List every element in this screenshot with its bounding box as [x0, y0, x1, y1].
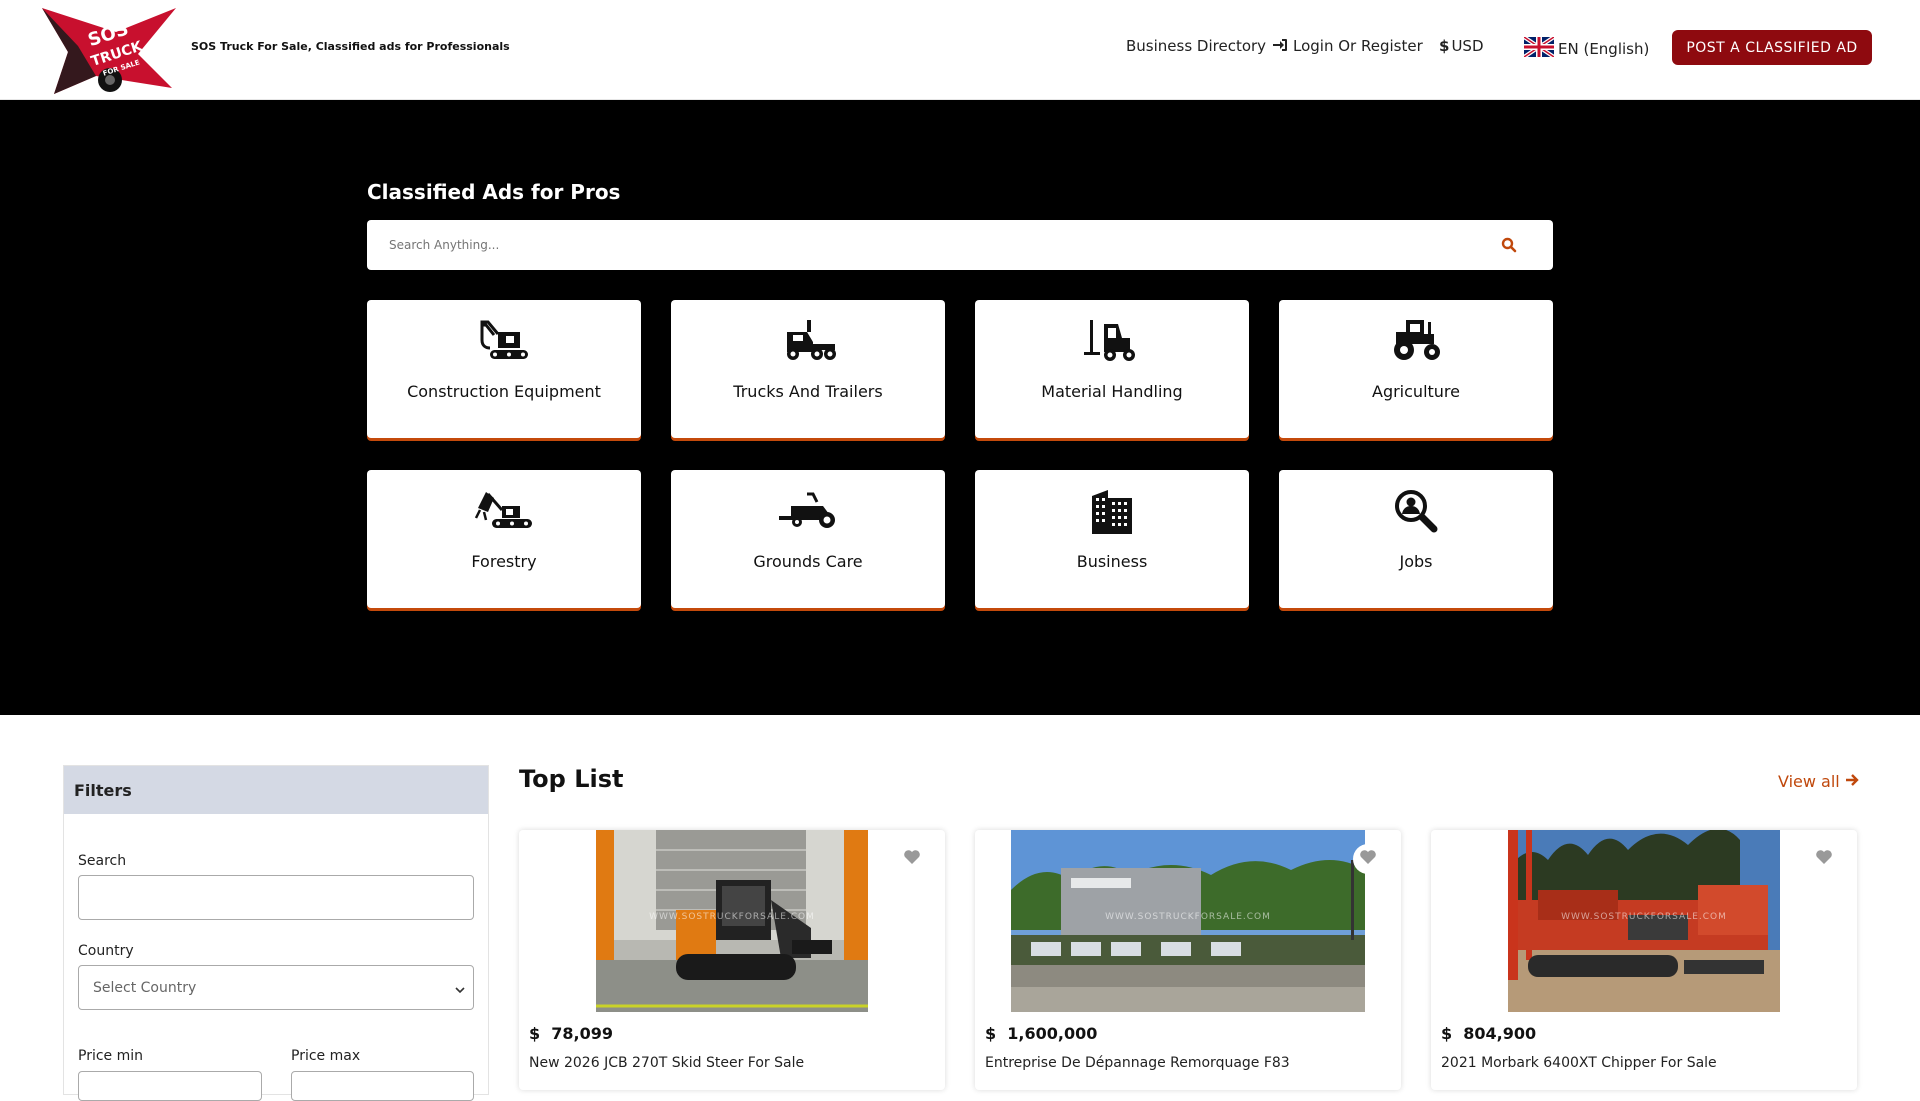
heart-icon	[1815, 849, 1833, 869]
site-tagline: SOS Truck For Sale, Classified ads for P…	[191, 40, 510, 53]
image-watermark: WWW.SOSTRUCKFORSALE.COM	[1105, 912, 1271, 922]
price-currency: $	[529, 1024, 541, 1043]
hero-search-input[interactable]	[389, 220, 1489, 270]
business-directory-label: Business Directory	[1126, 37, 1267, 55]
category-trucks-and-trailers[interactable]: Trucks And Trailers	[671, 300, 945, 438]
login-register-link[interactable]: Login Or Register	[1273, 37, 1423, 55]
category-business[interactable]: Business	[975, 470, 1249, 608]
dollar-icon: $	[1439, 37, 1450, 55]
listing-card[interactable]: WWW.SOSTRUCKFORSALE.COM $ 78,099 New 202…	[519, 830, 945, 1090]
business-directory-link[interactable]: Business Directory	[1126, 37, 1266, 55]
forestry-machine-icon	[367, 488, 641, 532]
sign-in-icon	[1273, 37, 1287, 55]
category-label: Trucks And Trailers	[733, 382, 883, 401]
listing-title[interactable]: Entreprise De Dépannage Remorquage F83	[985, 1055, 1290, 1071]
category-agriculture[interactable]: Agriculture	[1279, 300, 1553, 438]
favorite-button[interactable]	[1809, 844, 1839, 874]
site-header: SOS TRUCK FOR SALE SOS Truck For Sale, C…	[0, 0, 1920, 100]
login-register-label: Login Or Register	[1293, 37, 1423, 55]
listing-price: $ 804,900	[1441, 1024, 1536, 1043]
category-label: Grounds Care	[753, 552, 863, 571]
arrow-right-icon	[1845, 772, 1859, 791]
hero-section: Classified Ads for Pros Construction Equ…	[0, 100, 1920, 715]
hero-title: Classified Ads for Pros	[367, 180, 621, 204]
price-currency: $	[1441, 1024, 1453, 1043]
listing-image[interactable]: WWW.SOSTRUCKFORSALE.COM	[596, 830, 868, 1012]
job-search-icon	[1279, 488, 1553, 534]
heart-icon	[903, 849, 921, 869]
excavator-icon	[367, 318, 641, 362]
uk-flag-icon	[1522, 35, 1556, 61]
price-max-label: Price max	[291, 1048, 361, 1064]
category-material-handling[interactable]: Material Handling	[975, 300, 1249, 438]
view-all-link[interactable]: View all	[1778, 772, 1859, 791]
listing-card[interactable]: WWW.SOSTRUCKFORSALE.COM $ 1,600,000 Entr…	[975, 830, 1401, 1090]
price-value: 78,099	[551, 1024, 614, 1043]
price-min-label: Price min	[78, 1048, 144, 1064]
listing-title[interactable]: New 2026 JCB 270T Skid Steer For Sale	[529, 1055, 804, 1071]
country-select[interactable]: Select Country	[78, 965, 474, 1010]
search-filter-label: Search	[78, 853, 127, 869]
tractor-icon	[1279, 318, 1553, 362]
hero-search-bar	[367, 220, 1553, 270]
building-icon	[975, 488, 1249, 534]
language-label: EN (English)	[1558, 40, 1650, 58]
listing-price: $ 1,600,000	[985, 1024, 1097, 1043]
listing-title[interactable]: 2021 Morbark 6400XT Chipper For Sale	[1441, 1055, 1717, 1071]
top-list-title: Top List	[519, 765, 624, 793]
category-label: Agriculture	[1372, 382, 1460, 401]
price-value: 1,600,000	[1007, 1024, 1098, 1043]
country-select-value: Select Country	[93, 979, 197, 996]
price-currency: $	[985, 1024, 997, 1043]
listing-image[interactable]: WWW.SOSTRUCKFORSALE.COM	[1508, 830, 1780, 1012]
category-construction-equipment[interactable]: Construction Equipment	[367, 300, 641, 438]
listing-image[interactable]: WWW.SOSTRUCKFORSALE.COM	[1011, 830, 1365, 1012]
category-jobs[interactable]: Jobs	[1279, 470, 1553, 608]
category-grounds-care[interactable]: Grounds Care	[671, 470, 945, 608]
search-filter-input[interactable]	[78, 875, 474, 920]
view-all-label: View all	[1778, 772, 1840, 791]
price-min-input[interactable]	[78, 1071, 262, 1101]
image-watermark: WWW.SOSTRUCKFORSALE.COM	[1561, 912, 1727, 922]
post-classified-ad-button[interactable]: POST A CLASSIFIED AD	[1672, 30, 1872, 65]
truck-icon	[671, 318, 945, 362]
category-label: Construction Equipment	[407, 382, 601, 401]
price-max-input[interactable]	[291, 1071, 474, 1101]
currency-label: USD	[1451, 37, 1484, 55]
heart-icon	[1359, 849, 1377, 869]
lawn-mower-icon	[671, 488, 945, 532]
currency-selector[interactable]: $ USD	[1439, 37, 1484, 55]
language-selector[interactable]: EN (English)	[1522, 35, 1650, 61]
category-label: Material Handling	[1041, 382, 1183, 401]
country-filter-label: Country	[78, 943, 134, 959]
listing-card[interactable]: WWW.SOSTRUCKFORSALE.COM $ 804,900 2021 M…	[1431, 830, 1857, 1090]
listing-price: $ 78,099	[529, 1024, 613, 1043]
category-label: Business	[1076, 552, 1148, 571]
category-label: Forestry	[471, 552, 537, 571]
favorite-button[interactable]	[897, 844, 927, 874]
filters-title: Filters	[64, 766, 488, 814]
filters-panel: Filters Search Country Select Country Pr…	[63, 765, 489, 1101]
category-label: Jobs	[1399, 552, 1433, 571]
search-icon[interactable]	[1501, 237, 1517, 257]
image-watermark: WWW.SOSTRUCKFORSALE.COM	[649, 912, 815, 922]
chevron-down-icon	[455, 982, 465, 998]
site-logo[interactable]: SOS TRUCK FOR SALE	[38, 2, 178, 94]
favorite-button[interactable]	[1353, 844, 1383, 874]
price-value: 804,900	[1463, 1024, 1537, 1043]
forklift-icon	[975, 318, 1249, 362]
category-forestry[interactable]: Forestry	[367, 470, 641, 608]
